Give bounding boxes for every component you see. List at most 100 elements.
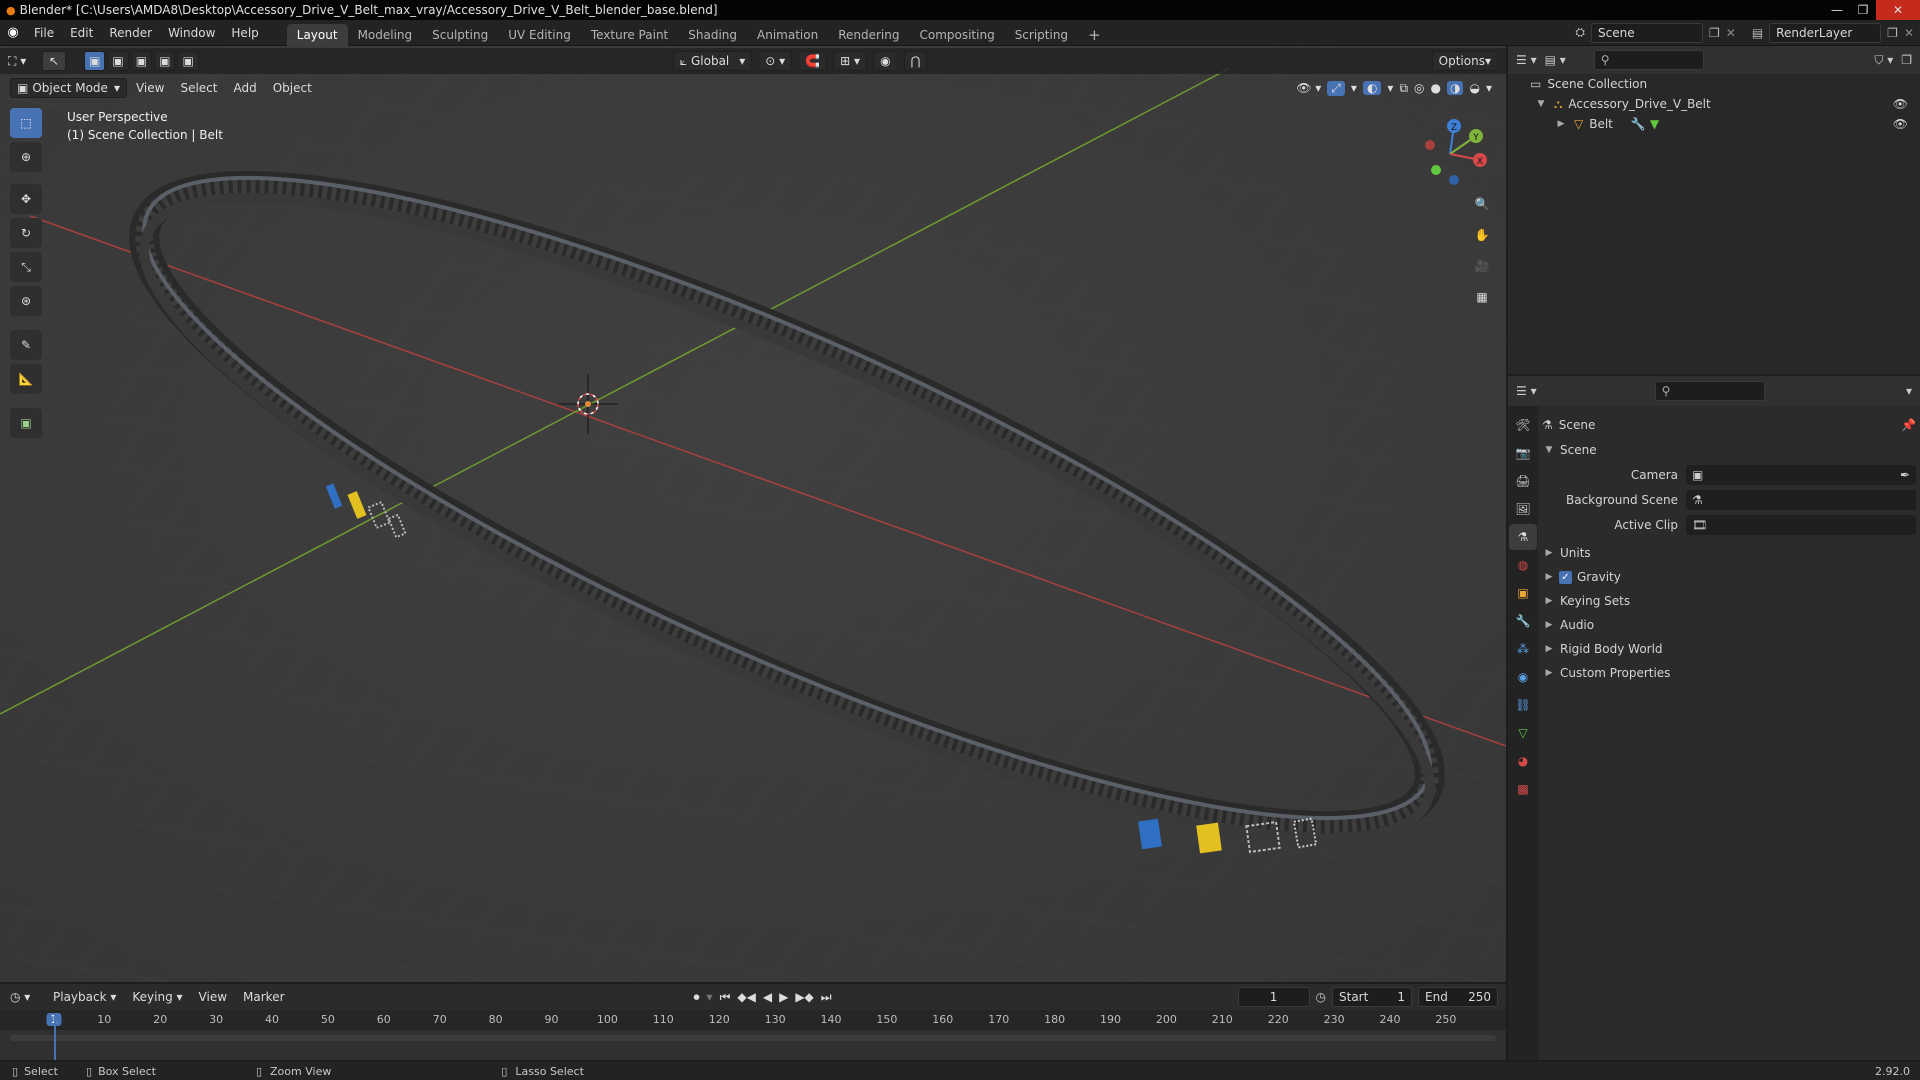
xray-toggle-icon[interactable]: ⧉ bbox=[1399, 81, 1408, 96]
keying-dropdown-icon[interactable]: ▾ bbox=[707, 990, 713, 1004]
play-reverse-icon[interactable]: ◀ bbox=[763, 990, 772, 1004]
tab-layout[interactable]: Layout bbox=[286, 23, 348, 46]
eyedropper-icon[interactable]: ✒ bbox=[1900, 468, 1910, 482]
timeline-track-area[interactable] bbox=[0, 1030, 1506, 1060]
expand-rigid-body-icon[interactable]: ▶ bbox=[1542, 644, 1556, 654]
playback-menu[interactable]: Playback ▾ bbox=[46, 987, 123, 1007]
collection-visibility-eye-icon[interactable]: 👁 bbox=[1893, 97, 1908, 111]
start-frame-field[interactable]: Start 1 bbox=[1332, 987, 1412, 1007]
delete-scene-icon[interactable]: ✕ bbox=[1726, 26, 1736, 40]
expand-custom-properties-icon[interactable]: ▶ bbox=[1542, 668, 1556, 678]
pivot-point-dropdown[interactable]: ⊙ ▾ bbox=[758, 51, 793, 71]
tab-rendering[interactable]: Rendering bbox=[828, 24, 909, 46]
outliner-search-input[interactable]: ⚲ bbox=[1593, 50, 1704, 70]
collapse-scene-panel-icon[interactable]: ▼ bbox=[1542, 445, 1556, 455]
timeline-editor-type-icon[interactable]: ◷ ▾ bbox=[10, 990, 44, 1004]
tab-shading[interactable]: Shading bbox=[678, 24, 747, 46]
expand-keying-sets-icon[interactable]: ▶ bbox=[1542, 596, 1556, 606]
select-new-icon[interactable]: ▣ bbox=[84, 51, 106, 71]
gizmo-toggle-icon[interactable]: ⤢ bbox=[1327, 80, 1345, 96]
outliner-row-collection[interactable]: ▼ ⛬ Accessory_Drive_V_Belt 👁 bbox=[1508, 94, 1920, 114]
particles-tab-icon[interactable]: ⁂ bbox=[1509, 636, 1537, 662]
mesh-data-tab-icon[interactable]: ▽ bbox=[1509, 720, 1537, 746]
viewport-menu-select[interactable]: Select bbox=[173, 78, 224, 98]
new-collection-icon[interactable]: ❐ bbox=[1901, 53, 1912, 67]
zoom-icon[interactable]: 🔍 bbox=[1468, 190, 1496, 218]
snap-toggle-icon[interactable]: 🧲 bbox=[798, 51, 828, 71]
view-layer-tab-icon[interactable]: 🖼 bbox=[1509, 496, 1537, 522]
select-invert-icon[interactable]: ▣ bbox=[154, 51, 176, 71]
jump-next-keyframe-icon[interactable]: ▶◆ bbox=[795, 990, 813, 1004]
renderlayer-selector[interactable]: RenderLayer bbox=[1769, 22, 1882, 43]
tab-texture-paint[interactable]: Texture Paint bbox=[581, 24, 678, 46]
camera-field[interactable]: ▣ ✒ bbox=[1686, 464, 1916, 485]
menu-help[interactable]: Help bbox=[223, 21, 266, 45]
blender-menu-icon[interactable]: ◉ bbox=[0, 25, 26, 40]
marker-menu[interactable]: Marker bbox=[236, 987, 291, 1007]
scene-tab-icon[interactable]: ⚗ bbox=[1509, 524, 1537, 550]
shading-material-icon[interactable]: ◑ bbox=[1447, 81, 1464, 95]
filter-icon[interactable]: ⛉ ▾ bbox=[1874, 53, 1893, 68]
outliner-row-belt[interactable]: ▶ ▽ Belt 🔧 ▼ 👁 bbox=[1508, 114, 1920, 134]
move-tool-icon[interactable]: ✥ bbox=[10, 184, 42, 214]
object-mode-dropdown[interactable]: ▣ Object Mode ▾ bbox=[10, 78, 127, 98]
object-visibility-eye-icon[interactable]: 👁 bbox=[1893, 117, 1908, 131]
world-tab-icon[interactable]: ◍ bbox=[1509, 552, 1537, 578]
shading-solid-icon[interactable]: ● bbox=[1431, 81, 1441, 95]
tab-uv-editing[interactable]: UV Editing bbox=[498, 24, 581, 46]
proportional-edit-icon[interactable]: ◉ bbox=[873, 51, 898, 71]
select-extend-icon[interactable]: ▣ bbox=[107, 51, 129, 71]
timeline-view-menu[interactable]: View bbox=[192, 987, 234, 1007]
delete-renderlayer-icon[interactable]: ✕ bbox=[1904, 26, 1914, 40]
add-workspace-icon[interactable]: + bbox=[1078, 24, 1111, 46]
play-icon[interactable]: ▶ bbox=[779, 990, 788, 1004]
options-dropdown[interactable]: Options ▾ bbox=[1431, 51, 1498, 71]
physics-tab-icon[interactable]: ◉ bbox=[1509, 664, 1537, 690]
viewport-menu-add[interactable]: Add bbox=[226, 78, 263, 98]
outliner-display-mode-icon[interactable]: ▤ ▾ bbox=[1545, 53, 1566, 67]
rigid-body-world-subpanel[interactable]: ▶ Rigid Body World bbox=[1542, 637, 1916, 661]
modifier-tab-icon[interactable]: 🔧 bbox=[1509, 608, 1537, 634]
material-tab-icon[interactable]: ◕ bbox=[1509, 748, 1537, 774]
minimize-icon[interactable]: — bbox=[1824, 0, 1850, 20]
menu-file[interactable]: File bbox=[26, 21, 62, 45]
object-tab-icon[interactable]: ▣ bbox=[1509, 580, 1537, 606]
active-clip-field[interactable]: 🎞 bbox=[1686, 514, 1916, 535]
current-frame-field[interactable]: 1 bbox=[1237, 987, 1310, 1007]
properties-options-icon[interactable]: ▾ bbox=[1906, 384, 1912, 398]
end-frame-field[interactable]: End 250 bbox=[1418, 987, 1498, 1007]
properties-editor-type-icon[interactable]: ☰ ▾ bbox=[1516, 384, 1537, 398]
menu-edit[interactable]: Edit bbox=[62, 21, 101, 45]
shading-wireframe-icon[interactable]: ◎ bbox=[1414, 81, 1424, 95]
timeline-scrollbar[interactable] bbox=[10, 1035, 1496, 1041]
frame-ruler[interactable]: 1102030405060708090100110120130140150160… bbox=[0, 1010, 1506, 1030]
close-icon[interactable]: ✕ bbox=[1876, 0, 1920, 20]
units-subpanel[interactable]: ▶ Units bbox=[1542, 541, 1916, 565]
navigation-gizmo[interactable]: Z Y X bbox=[1410, 114, 1490, 194]
menu-window[interactable]: Window bbox=[160, 21, 223, 45]
background-scene-field[interactable]: ⚗ bbox=[1686, 489, 1916, 510]
jump-prev-keyframe-icon[interactable]: ◆◀ bbox=[737, 990, 755, 1004]
rotate-tool-icon[interactable]: ↻ bbox=[10, 218, 42, 248]
snap-target-dropdown[interactable]: ⊞ ▾ bbox=[833, 51, 868, 71]
proportional-falloff-icon[interactable]: ⋂ bbox=[903, 51, 928, 71]
transform-tool-icon[interactable]: ⊛ bbox=[10, 286, 42, 316]
properties-search-input[interactable]: ⚲ bbox=[1654, 381, 1765, 401]
scene-panel-header[interactable]: ▼ Scene bbox=[1542, 438, 1916, 462]
pan-hand-icon[interactable]: ✋ bbox=[1468, 221, 1496, 249]
shading-dropdown-icon[interactable]: ▾ bbox=[1486, 81, 1492, 95]
gizmo-dropdown-icon[interactable]: ▾ bbox=[1351, 81, 1357, 95]
expand-gravity-icon[interactable]: ▶ bbox=[1542, 572, 1556, 582]
keying-sets-subpanel[interactable]: ▶ Keying Sets bbox=[1542, 589, 1916, 613]
visibility-icon[interactable]: 👁 ▾ bbox=[1296, 81, 1321, 95]
outliner-row-scene-collection[interactable]: ▭ Scene Collection bbox=[1508, 74, 1920, 94]
select-intersect-icon[interactable]: ▣ bbox=[177, 51, 199, 71]
select-subtract-icon[interactable]: ▣ bbox=[130, 51, 153, 71]
pin-icon[interactable]: 📌 bbox=[1901, 418, 1916, 432]
playhead[interactable] bbox=[54, 1014, 56, 1060]
output-tab-icon[interactable]: 🖨 bbox=[1509, 468, 1537, 494]
scale-tool-icon[interactable]: ⤡ bbox=[10, 252, 42, 282]
texture-tab-icon[interactable]: ▩ bbox=[1509, 776, 1537, 802]
keying-menu[interactable]: Keying ▾ bbox=[125, 987, 189, 1007]
tab-compositing[interactable]: Compositing bbox=[909, 24, 1004, 46]
